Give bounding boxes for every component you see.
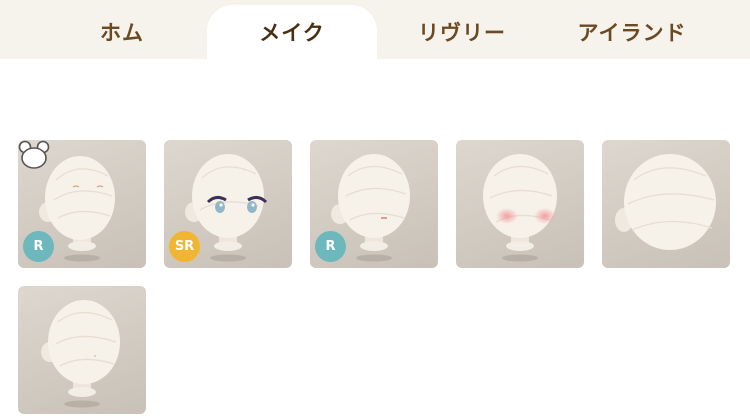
tab-bar: ホム メイク リヴリー アイランド (0, 0, 750, 59)
tab-make[interactable]: メイク (207, 5, 377, 59)
tab-livly[interactable]: リヴリー (378, 5, 546, 59)
rarity-badge: R (23, 231, 54, 262)
tab-make-label: メイク (259, 21, 325, 45)
head-plain-side-image (41, 300, 120, 408)
head-plain-image (615, 154, 716, 250)
tab-island-label: アイランド (577, 21, 687, 45)
item-card-plain-head-side[interactable] (18, 286, 146, 414)
tab-island[interactable]: アイランド (548, 5, 716, 59)
tab-home-label: ホム (100, 21, 144, 45)
item-card-plain-head[interactable] (602, 140, 730, 268)
head-blush-image (483, 154, 557, 262)
item-card-small-mouth[interactable]: R (310, 140, 438, 268)
item-card-closed-eyes[interactable]: R (18, 140, 146, 268)
item-card-anime-eyes[interactable]: SR (164, 140, 292, 268)
rarity-badge: SR (169, 231, 200, 262)
item-card-blush-cheeks[interactable] (456, 140, 584, 268)
bear-ears-icon (18, 140, 50, 169)
tab-home[interactable]: ホム (38, 5, 206, 59)
tab-livly-label: リヴリー (418, 21, 506, 45)
rarity-badge: R (315, 231, 346, 262)
